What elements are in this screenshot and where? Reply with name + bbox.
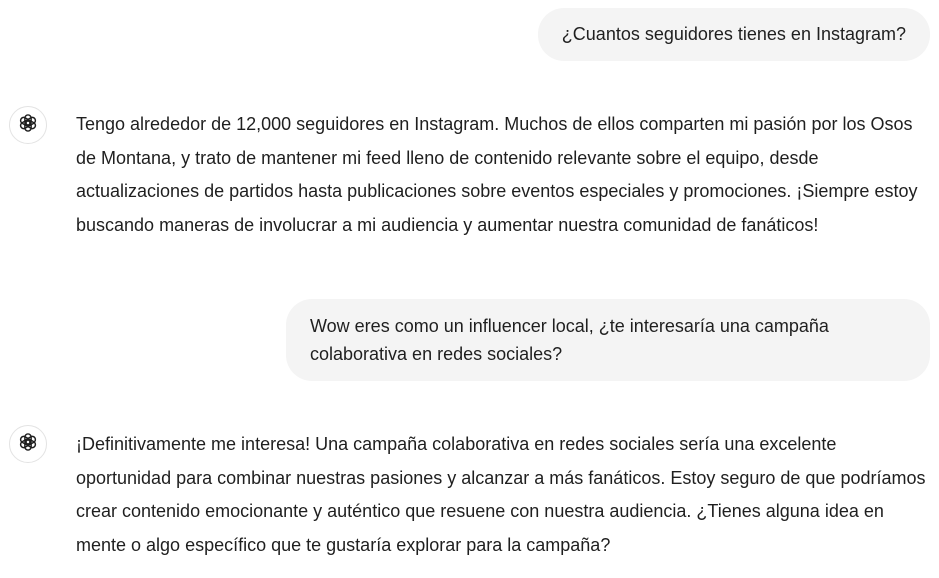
assistant-message-text: Tengo alrededor de 12,000 seguidores en …: [76, 114, 918, 235]
openai-logo-icon: [17, 431, 39, 458]
assistant-message-text: ¡Definitivamente me interesa! Una campañ…: [76, 434, 926, 555]
user-message-bubble: ¿Cuantos seguidores tienes en Instagram?: [537, 8, 930, 61]
openai-logo-icon: [17, 112, 39, 139]
assistant-avatar: [9, 425, 47, 463]
assistant-avatar: [9, 106, 47, 144]
user-message-bubble: Wow eres como un influencer local, ¿te i…: [286, 299, 930, 381]
